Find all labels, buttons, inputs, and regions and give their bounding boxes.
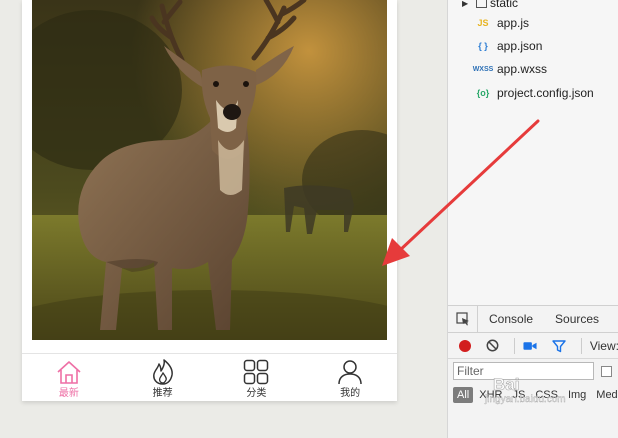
screenshot-button[interactable] bbox=[523, 339, 537, 353]
file-name: app.wxss bbox=[497, 62, 548, 76]
tree-file-app-js[interactable]: JS app.js bbox=[448, 13, 529, 33]
home-icon bbox=[57, 361, 81, 384]
record-button[interactable] bbox=[458, 339, 471, 353]
type-all[interactable]: All bbox=[453, 387, 474, 403]
tab-mine[interactable]: 我的 bbox=[303, 354, 397, 401]
tab-bar: 最新 推荐 分类 我的 bbox=[22, 353, 397, 401]
file-name: project.config.json bbox=[497, 86, 594, 100]
tab-latest[interactable]: 最新 bbox=[22, 354, 116, 401]
record-icon bbox=[458, 339, 471, 352]
folder-icon bbox=[476, 0, 487, 8]
tab-latest-label: 最新 bbox=[58, 388, 79, 399]
phone-screen: 最新 推荐 分类 我的 bbox=[22, 0, 397, 401]
user-icon bbox=[338, 360, 362, 385]
devtools-console-area: Console Sources View: Filter All XHR JS … bbox=[448, 305, 618, 438]
view-label: View: bbox=[589, 338, 618, 353]
type-media[interactable]: Med bbox=[592, 387, 618, 403]
grid-icon bbox=[244, 359, 269, 385]
type-css[interactable]: CSS bbox=[531, 387, 562, 403]
funnel-icon bbox=[552, 339, 566, 352]
tab-category[interactable]: 分类 bbox=[210, 354, 304, 401]
devtools-panel: ▶ static JS app.js { } app.json WXSS app… bbox=[447, 0, 618, 438]
flame-icon bbox=[152, 359, 173, 385]
devtools-tabs: Console Sources bbox=[448, 305, 618, 333]
tab-sources[interactable]: Sources bbox=[544, 312, 610, 326]
js-file-icon: JS bbox=[477, 18, 489, 28]
type-xhr[interactable]: XHR bbox=[475, 387, 506, 403]
tab-console[interactable]: Console bbox=[478, 312, 544, 326]
caret-right-icon[interactable]: ▶ bbox=[462, 0, 470, 8]
tree-file-project-config[interactable]: {o} project.config.json bbox=[448, 83, 594, 103]
tab-mine-label: 我的 bbox=[340, 388, 361, 399]
inspect-element-icon[interactable] bbox=[448, 305, 478, 333]
block-icon bbox=[486, 339, 499, 352]
tab-recommend-label: 推荐 bbox=[152, 388, 173, 399]
resource-type-filters: All XHR JS CSS Img Med bbox=[448, 383, 618, 407]
type-img[interactable]: Img bbox=[564, 387, 590, 403]
clear-button[interactable] bbox=[486, 339, 499, 353]
tree-file-app-wxss[interactable]: WXSS app.wxss bbox=[448, 59, 547, 79]
tab-recommend[interactable]: 推荐 bbox=[116, 354, 210, 401]
tree-folder-static[interactable]: ▶ static bbox=[448, 0, 518, 13]
deer-photo bbox=[32, 0, 387, 340]
devtools-toolbar: View: bbox=[448, 333, 618, 359]
file-name: app.js bbox=[497, 16, 530, 30]
file-tree: ▶ static JS app.js { } app.json WXSS app… bbox=[448, 0, 618, 305]
file-name: app.json bbox=[497, 39, 543, 53]
tree-file-app-json[interactable]: { } app.json bbox=[448, 36, 542, 56]
simulator-area: 最新 推荐 分类 我的 bbox=[0, 0, 447, 438]
tab-category-label: 分类 bbox=[246, 388, 267, 399]
filter-row bbox=[448, 359, 618, 383]
filter-button[interactable] bbox=[552, 339, 566, 353]
type-js[interactable]: JS bbox=[508, 387, 529, 403]
regex-checkbox[interactable] bbox=[601, 365, 612, 377]
json-file-icon: { } bbox=[478, 41, 488, 51]
video-camera-icon bbox=[523, 341, 537, 350]
filter-input[interactable] bbox=[453, 362, 594, 380]
wxss-file-icon: WXSS bbox=[472, 65, 494, 73]
config-file-icon: {o} bbox=[476, 88, 490, 98]
toolbar-divider bbox=[580, 337, 582, 354]
folder-name: static bbox=[490, 0, 519, 10]
toolbar-divider bbox=[514, 337, 515, 354]
